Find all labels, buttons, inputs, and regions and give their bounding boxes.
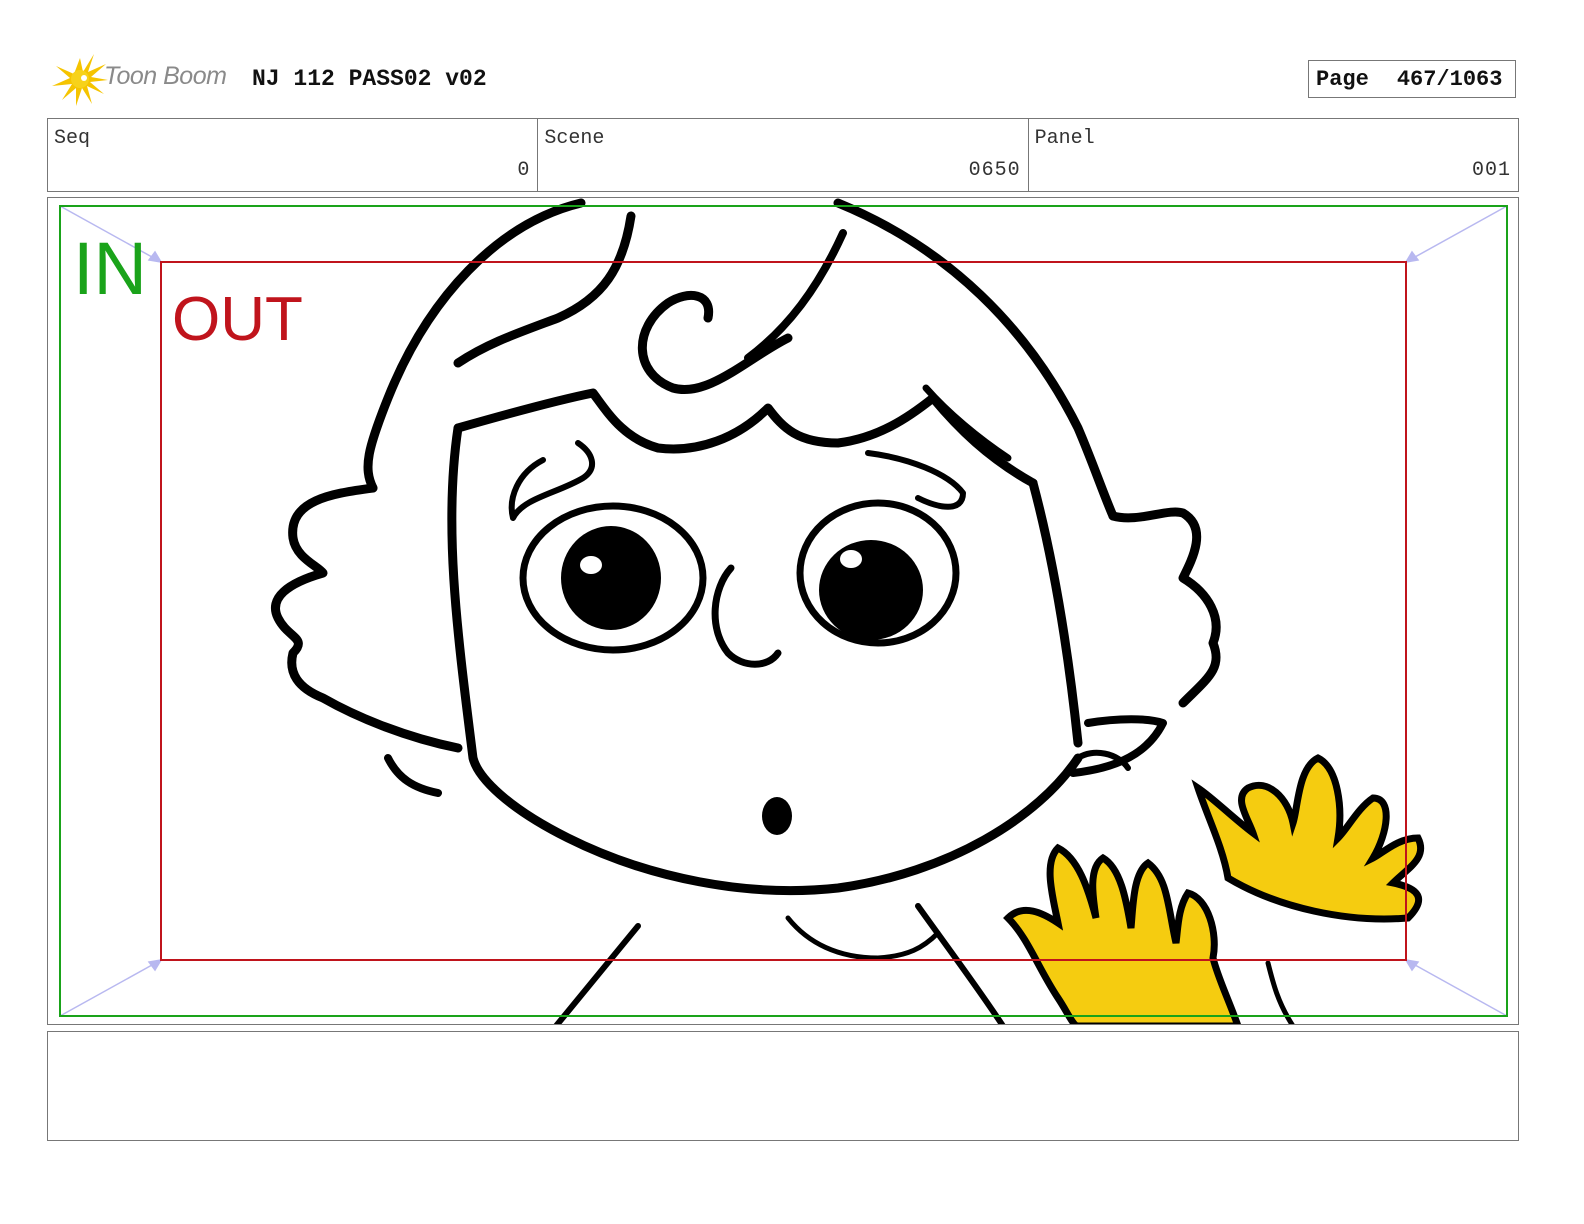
notes-box <box>47 1031 1519 1141</box>
panel-value: 001 <box>1471 159 1511 182</box>
out-label: OUT <box>172 285 303 354</box>
seq-cell: Seq 0 <box>48 119 539 191</box>
scene-label: Scene <box>544 127 605 150</box>
panel-drawing: IN OUT <box>59 198 1508 1024</box>
pupils <box>561 526 923 835</box>
in-label: IN <box>73 227 147 310</box>
page-number: 467/1063 <box>1396 66 1503 92</box>
toon-boom-logo: Toon Boom <box>50 50 240 108</box>
project-title: NJ 112 PASS02 v02 <box>252 66 487 92</box>
seq-value: 0 <box>517 159 531 182</box>
page-indicator: Page 467/1063 <box>1308 60 1516 98</box>
scene-cell: Scene 0650 <box>538 119 1029 191</box>
scene-value: 0650 <box>968 159 1021 182</box>
panel-label: Panel <box>1034 127 1095 150</box>
info-row: Seq 0 Scene 0650 Panel 001 <box>47 118 1519 192</box>
logo-text: Toon Boom <box>104 62 227 90</box>
waving-hands <box>1003 754 1425 1024</box>
storyboard-panel: IN OUT <box>47 197 1519 1025</box>
seq-label: Seq <box>54 127 91 150</box>
page-label: Page <box>1316 66 1369 92</box>
panel-cell: Panel 001 <box>1029 119 1518 191</box>
sunburst-icon <box>52 54 108 106</box>
